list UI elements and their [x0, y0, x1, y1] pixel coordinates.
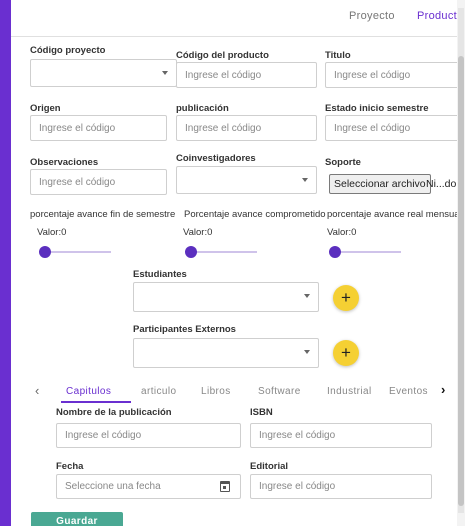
codigo-proyecto-select[interactable]	[30, 59, 177, 87]
chevron-down-icon	[302, 178, 308, 182]
publicacion-label: publicación	[176, 103, 229, 114]
slider-real-mensual-label: porcentaje avance real mensual	[327, 209, 457, 220]
tab-proyecto[interactable]: Proyecto	[349, 10, 395, 22]
slider-comprometido-value: Valor:0	[183, 227, 213, 238]
titulo-input[interactable]: Ingrese el código	[325, 62, 457, 88]
titulo-placeholder: Ingrese el código	[334, 69, 411, 81]
add-estudiante-button[interactable]: +	[333, 285, 359, 311]
chevron-down-icon	[304, 350, 310, 354]
coinvestigadores-label: Coinvestigadores	[176, 153, 256, 164]
codigo-producto-label: Código del producto	[176, 50, 269, 61]
subtab-eventos[interactable]: Eventos	[389, 386, 428, 397]
nombre-publicacion-input[interactable]: Ingrese el código	[56, 423, 241, 448]
codigo-producto-placeholder: Ingrese el código	[185, 69, 262, 81]
editorial-placeholder: Ingrese el código	[259, 481, 336, 492]
chevron-down-icon	[304, 294, 310, 298]
subtab-capitulos[interactable]: Capitulos	[66, 386, 111, 397]
slider-fin-semestre-handle[interactable]	[39, 246, 51, 258]
fecha-label: Fecha	[56, 461, 84, 472]
estado-inicio-input[interactable]: Ingrese el código	[325, 115, 457, 141]
tab-bar-divider	[11, 36, 457, 37]
estudiantes-select[interactable]	[133, 282, 319, 312]
isbn-label: ISBN	[250, 407, 273, 418]
calendar-icon[interactable]	[220, 481, 230, 492]
nombre-publicacion-placeholder: Ingrese el código	[65, 430, 142, 441]
file-name-text: Ni...do	[426, 178, 457, 190]
slider-real-mensual-track[interactable]	[331, 251, 401, 253]
isbn-input[interactable]: Ingrese el código	[250, 423, 432, 448]
codigo-producto-input[interactable]: Ingrese el código	[176, 62, 317, 88]
chevron-right-icon[interactable]: ›	[441, 382, 445, 397]
publicacion-input[interactable]: Ingrese el código	[176, 115, 317, 141]
chevron-left-icon[interactable]: ‹	[35, 383, 39, 398]
add-participante-button[interactable]: +	[333, 340, 359, 366]
vertical-scrollbar[interactable]	[457, 0, 465, 526]
tab-producto[interactable]: Producto	[417, 10, 457, 22]
slider-fin-semestre-value: Valor:0	[37, 227, 67, 238]
observaciones-label: Observaciones	[30, 157, 99, 168]
coinvestigadores-select[interactable]	[176, 166, 317, 194]
slider-real-mensual-handle[interactable]	[329, 246, 341, 258]
fecha-input[interactable]: Seleccione una fecha	[56, 474, 241, 499]
subtab-active-indicator	[61, 401, 131, 403]
origen-input[interactable]: Ingrese el código	[30, 115, 167, 141]
editorial-input[interactable]: Ingrese el código	[250, 474, 432, 499]
subtab-software[interactable]: Software	[258, 386, 301, 397]
estado-inicio-label: Estado inicio semestre	[325, 103, 429, 114]
observaciones-placeholder: Ingrese el código	[39, 176, 116, 188]
observaciones-input[interactable]: Ingrese el código	[30, 169, 167, 195]
subtab-industrial[interactable]: Industrial	[327, 386, 372, 397]
left-accent-bar	[0, 0, 11, 526]
slider-comprometido-handle[interactable]	[185, 246, 197, 258]
estudiantes-label: Estudiantes	[133, 269, 187, 280]
scrollbar-thumb[interactable]	[458, 56, 464, 506]
slider-fin-semestre-track[interactable]	[41, 251, 111, 253]
slider-real-mensual-value: Valor:0	[327, 227, 357, 238]
nombre-publicacion-label: Nombre de la publicación	[56, 407, 172, 418]
slider-comprometido-track[interactable]	[187, 251, 257, 253]
slider-fin-semestre-label: porcentaje avance fin de semestre	[30, 209, 176, 220]
subtab-articulo[interactable]: articulo	[141, 386, 176, 397]
slider-comprometido-label: Porcentaje avance comprometido	[184, 209, 326, 220]
estado-inicio-placeholder: Ingrese el código	[334, 122, 411, 134]
participantes-externos-label: Participantes Externos	[133, 324, 236, 335]
titulo-label: Titulo	[325, 50, 351, 61]
subtab-libros[interactable]: Libros	[201, 386, 231, 397]
chevron-down-icon	[162, 71, 168, 75]
codigo-proyecto-label: Código proyecto	[30, 45, 106, 56]
form-panel: Proyecto Producto Código proyecto Código…	[11, 0, 457, 526]
fecha-placeholder: Seleccione una fecha	[65, 481, 161, 492]
select-file-button[interactable]: Seleccionar archivo	[329, 174, 431, 194]
soporte-label: Soporte	[325, 157, 361, 168]
isbn-placeholder: Ingrese el código	[259, 430, 336, 441]
editorial-label: Editorial	[250, 461, 289, 472]
participantes-externos-select[interactable]	[133, 338, 319, 368]
publicacion-placeholder: Ingrese el código	[185, 122, 262, 134]
origen-label: Origen	[30, 103, 61, 114]
select-file-label: Seleccionar archivo	[334, 178, 426, 190]
save-button[interactable]: Guardar	[31, 512, 123, 526]
origen-placeholder: Ingrese el código	[39, 122, 116, 134]
